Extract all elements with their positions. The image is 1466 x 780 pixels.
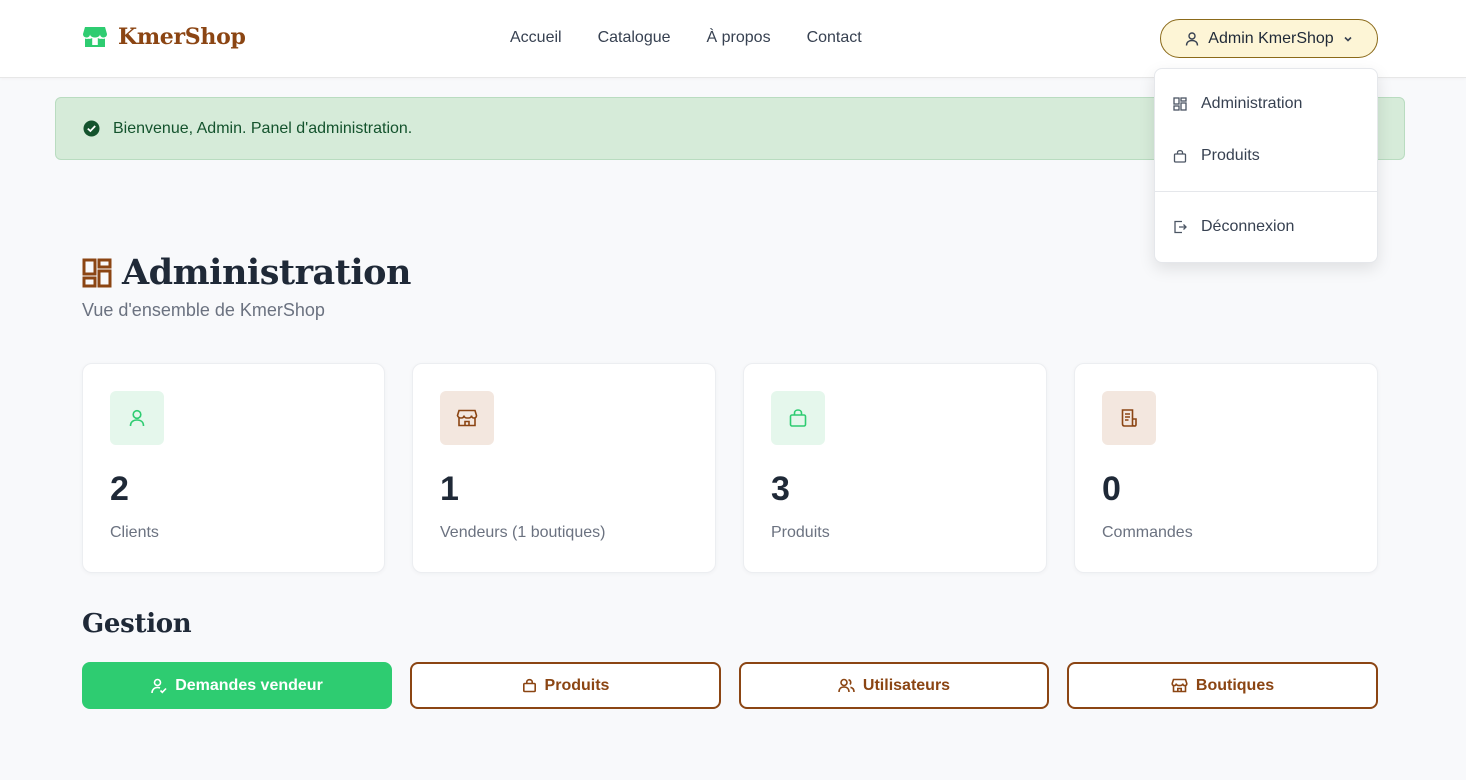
navbar: KmerShop Accueil Catalogue À propos Cont… xyxy=(0,0,1466,78)
brand-name: KmerShop xyxy=(118,24,246,50)
dashboard-icon xyxy=(1173,97,1187,111)
stat-value: 0 xyxy=(1102,470,1121,508)
button-label: Demandes vendeur xyxy=(175,676,323,694)
user-menu-button[interactable]: Admin KmerShop xyxy=(1160,19,1378,58)
users-icon xyxy=(838,678,855,693)
dropdown-item-label: Administration xyxy=(1201,95,1303,112)
utilisateurs-button[interactable]: Utilisateurs xyxy=(739,662,1049,709)
store-icon xyxy=(83,27,107,47)
shopping-bag-icon xyxy=(1173,149,1187,163)
demandes-vendeur-button[interactable]: Demandes vendeur xyxy=(82,662,392,709)
dropdown-item-deconnexion[interactable]: Déconnexion xyxy=(1155,207,1377,247)
stat-value: 3 xyxy=(771,470,790,508)
dropdown-item-produits[interactable]: Produits xyxy=(1155,136,1377,176)
logout-icon xyxy=(1174,220,1187,234)
brand-logo[interactable]: KmerShop xyxy=(82,24,246,50)
button-label: Produits xyxy=(544,676,610,694)
dropdown-item-label: Déconnexion xyxy=(1201,218,1295,235)
shopping-bag-icon xyxy=(789,409,807,427)
produits-button[interactable]: Produits xyxy=(410,662,721,709)
stat-label: Clients xyxy=(110,524,159,541)
nav-link-accueil[interactable]: Accueil xyxy=(510,29,562,47)
nav-link-contact[interactable]: Contact xyxy=(807,29,862,47)
page-title-row: Administration xyxy=(82,252,411,293)
dashboard-icon xyxy=(82,258,112,287)
nav-link-a-propos[interactable]: À propos xyxy=(707,29,771,47)
user-check-icon xyxy=(151,678,167,693)
dropdown-divider xyxy=(1155,191,1377,192)
user-dropdown-menu: Administration Produits Déconnexion xyxy=(1154,68,1378,263)
store-icon xyxy=(1171,678,1188,693)
button-label: Boutiques xyxy=(1195,676,1275,694)
section-title-gestion: Gestion xyxy=(82,609,192,639)
stat-card-commandes: 0 Commandes xyxy=(1074,363,1378,573)
stat-icon-box xyxy=(440,391,494,445)
page-subtitle: Vue d'ensemble de KmerShop xyxy=(82,300,325,320)
receipt-icon xyxy=(1121,409,1137,427)
stat-value: 2 xyxy=(110,470,129,508)
page-title: Administration xyxy=(122,252,411,293)
chevron-down-icon xyxy=(1344,36,1352,42)
main-nav: Accueil Catalogue À propos Contact xyxy=(510,29,862,47)
dropdown-item-administration[interactable]: Administration xyxy=(1155,84,1377,124)
stat-label: Produits xyxy=(771,524,830,541)
check-circle-icon xyxy=(83,120,100,137)
stat-value: 1 xyxy=(440,470,459,508)
user-icon xyxy=(129,409,145,427)
store-icon xyxy=(456,409,478,427)
button-label: Utilisateurs xyxy=(862,676,951,694)
stat-label: Commandes xyxy=(1102,524,1193,541)
stat-icon-box xyxy=(771,391,825,445)
stat-card-produits: 3 Produits xyxy=(743,363,1047,573)
user-menu-label: Admin KmerShop xyxy=(1208,29,1334,47)
shopping-bag-icon xyxy=(522,678,536,693)
stat-card-vendeurs: 1 Vendeurs (1 boutiques) xyxy=(412,363,716,573)
alert-text: Bienvenue, Admin. Panel d'administration… xyxy=(113,119,413,137)
stat-card-clients: 2 Clients xyxy=(82,363,385,573)
user-icon xyxy=(1186,31,1199,46)
stat-icon-box xyxy=(110,391,164,445)
nav-link-catalogue[interactable]: Catalogue xyxy=(598,29,671,47)
stat-label: Vendeurs (1 boutiques) xyxy=(440,524,606,541)
boutiques-button[interactable]: Boutiques xyxy=(1067,662,1378,709)
stat-icon-box xyxy=(1102,391,1156,445)
dropdown-item-label: Produits xyxy=(1201,147,1260,164)
